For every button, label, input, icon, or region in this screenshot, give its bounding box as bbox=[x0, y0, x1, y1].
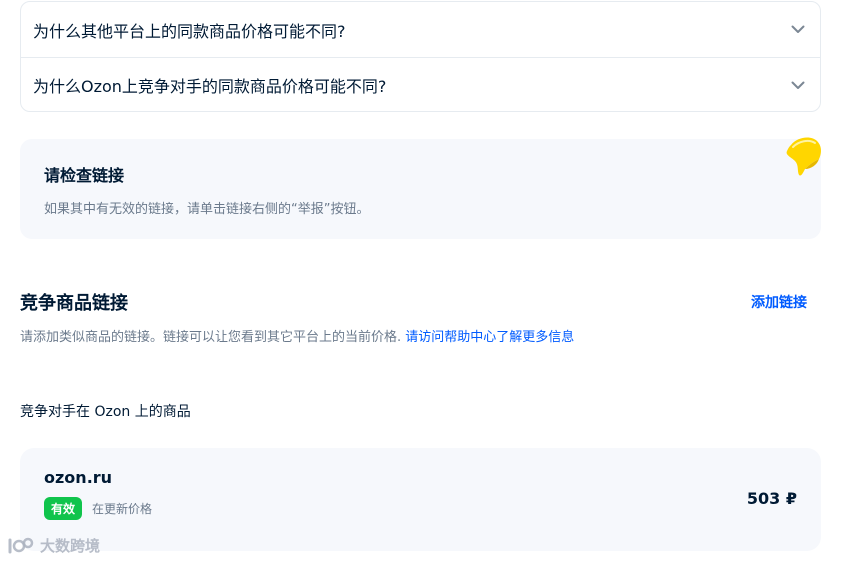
chevron-down-icon[interactable] bbox=[790, 22, 806, 38]
competitor-price: 503 ₽ bbox=[746, 489, 797, 508]
add-link-button[interactable]: 添加链接 bbox=[751, 292, 807, 312]
star-illustration-icon bbox=[786, 137, 821, 176]
watermark-logo-icon bbox=[8, 537, 34, 553]
faq-question: 为什么其他平台上的同款商品价格可能不同? bbox=[33, 21, 346, 41]
watermark: 大数跨境 bbox=[6, 535, 100, 556]
watermark-text: 大数跨境 bbox=[40, 537, 101, 555]
help-center-link[interactable]: 请访问帮助中心了解更多信息 bbox=[405, 330, 574, 345]
competitor-links-description: 请添加类似商品的链接。链接可以让您看到其它平台上的当前价格. 请访问帮助中心了解… bbox=[20, 326, 574, 345]
page: 为什么其他平台上的同款商品价格可能不同? 为什么Ozon上竞争对手的同款商品价格… bbox=[0, 0, 862, 564]
ozon-competitors-subtitle: 竞争对手在 Ozon 上的商品 bbox=[20, 404, 191, 420]
faq-accordion: 为什么其他平台上的同款商品价格可能不同? 为什么Ozon上竞争对手的同款商品价格… bbox=[20, 1, 821, 112]
competitor-site: ozon.ru bbox=[44, 468, 113, 487]
competitor-status-row: 有效 在更新价格 bbox=[44, 497, 797, 520]
chevron-down-icon[interactable] bbox=[790, 77, 806, 93]
status-text: 在更新价格 bbox=[92, 502, 153, 516]
check-links-notice: 请检查链接 如果其中有无效的链接，请单击链接右侧的“举报”按钮。 bbox=[20, 137, 821, 239]
faq-item-ozon-competitors[interactable]: 为什么Ozon上竞争对手的同款商品价格可能不同? bbox=[21, 57, 820, 112]
competitor-item: ozon.ru 有效 在更新价格 503 ₽ bbox=[20, 448, 821, 551]
notice-title: 请检查链接 bbox=[44, 166, 125, 185]
faq-question: 为什么Ozon上竞争对手的同款商品价格可能不同? bbox=[33, 77, 387, 96]
description-text: 请添加类似商品的链接。链接可以让您看到其它平台上的当前价格. bbox=[20, 330, 406, 345]
notice-text: 如果其中有无效的链接，请单击链接右侧的“举报”按钮。 bbox=[44, 202, 370, 217]
faq-item-other-platforms[interactable]: 为什么其他平台上的同款商品价格可能不同? bbox=[21, 2, 820, 57]
competitor-links-title: 竞争商品链接 bbox=[20, 293, 128, 314]
status-badge: 有效 bbox=[44, 497, 83, 520]
